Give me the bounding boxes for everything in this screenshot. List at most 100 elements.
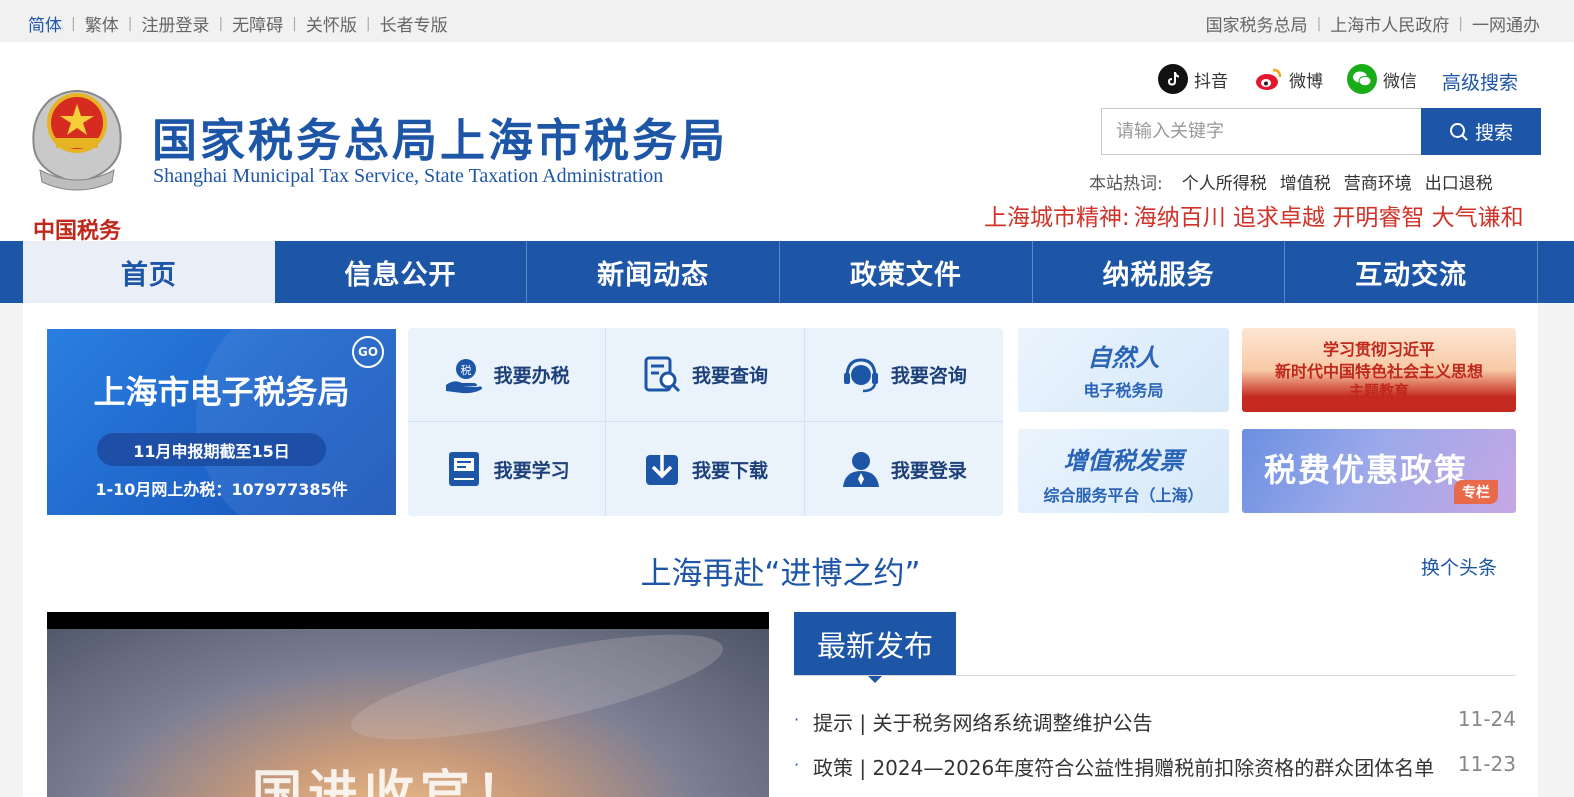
headline-title[interactable]: 上海再赴“进博之约” xyxy=(23,548,1538,593)
social-douyin[interactable]: 抖音 xyxy=(1158,64,1228,94)
headset-icon xyxy=(841,355,881,395)
douyin-icon xyxy=(1158,64,1188,94)
tab-latest-release[interactable]: 最新发布 xyxy=(794,612,956,683)
city-spirit-label: 上海城市精神: xyxy=(984,205,1130,231)
banner-title: 增值税发票 xyxy=(1063,447,1184,475)
photo-overlay-text: 国进收官！ xyxy=(252,765,532,797)
quick-link-handle-tax[interactable]: 税 我要办税 xyxy=(408,328,607,422)
weibo-icon xyxy=(1253,64,1283,94)
vat-invoice-platform-banner[interactable]: 增值税发票 综合服务平台（上海） xyxy=(1018,429,1229,513)
theme-education-banner[interactable]: 学习贯彻习近平 新时代中国特色社会主义思想 主题教育 xyxy=(1242,328,1516,412)
link-sta[interactable]: 国家税务总局 xyxy=(1206,11,1308,36)
site-subtitle: Shanghai Municipal Tax Service, State Ta… xyxy=(153,165,664,187)
quick-link-label: 我要下载 xyxy=(691,459,768,482)
quick-links-grid: 税 我要办税 我要查询 我要咨询 我要学习 我要下载 我要登录 xyxy=(408,328,1003,516)
hot-words-label: 本站热词: xyxy=(1089,174,1163,194)
svg-text:税: 税 xyxy=(460,363,471,377)
main-content: GO 上海市电子税务局 11月申报期截至15日 1-10月网上办税：107977… xyxy=(23,303,1538,797)
site-title: 国家税务总局上海市税务局 xyxy=(152,114,729,167)
tab-notch xyxy=(868,676,882,683)
main-nav: 首页 信息公开 新闻动态 政策文件 纳税服务 互动交流 xyxy=(23,241,1539,303)
top-right-links: 国家税务总局 | 上海市人民政府 | 一网通办 xyxy=(1206,11,1540,37)
news-item[interactable]: · 提示 | 关于税务网络系统调整维护公告 11-24 xyxy=(794,707,1516,752)
quick-link-learn[interactable]: 我要学习 xyxy=(408,422,607,516)
nav-policy-docs[interactable]: 政策文件 xyxy=(780,241,1033,303)
hotword-link[interactable]: 个人所得税 xyxy=(1182,169,1267,194)
news-item[interactable]: · 政策 | 2024—2026年度符合公益性捐赠税前扣除资格的群众团体名单 1… xyxy=(794,752,1516,797)
link-traditional[interactable]: 繁体 xyxy=(85,11,119,36)
hotword-link[interactable]: 增值税 xyxy=(1280,169,1331,194)
main-nav-bar: 首页 信息公开 新闻动态 政策文件 纳税服务 互动交流 xyxy=(0,241,1574,303)
social-wechat[interactable]: 微信 xyxy=(1347,64,1417,94)
bullet: · xyxy=(794,710,800,729)
news-date: 11-23 xyxy=(1457,752,1516,776)
divider: | xyxy=(127,15,133,32)
banner-title: 自然人 xyxy=(1087,344,1160,372)
top-utility-bar: 简体 | 繁体 | 注册登录 | 无障碍 | 关怀版 | 长者专版 国家税务总局… xyxy=(0,0,1574,42)
link-accessibility[interactable]: 无障碍 xyxy=(232,11,283,36)
social-weibo[interactable]: 微博 xyxy=(1253,64,1323,94)
link-shanghai-gov[interactable]: 上海市人民政府 xyxy=(1330,11,1449,36)
download-icon xyxy=(642,449,682,489)
quick-link-consult[interactable]: 我要咨询 xyxy=(804,328,1003,422)
social-label: 微信 xyxy=(1383,71,1417,92)
search-icon xyxy=(1449,122,1468,141)
banner-subtitle: 电子税务局 xyxy=(1083,381,1164,400)
link-one-netcom[interactable]: 一网通办 xyxy=(1472,11,1540,36)
natural-person-etax-banner[interactable]: 自然人 电子税务局 xyxy=(1018,328,1229,412)
banner-subtitle: 综合服务平台（上海） xyxy=(1043,486,1204,505)
nav-taxpayer-service[interactable]: 纳税服务 xyxy=(1033,241,1286,303)
quick-link-label: 我要学习 xyxy=(493,459,570,482)
social-label: 微博 xyxy=(1289,71,1323,92)
latest-news-list: · 提示 | 关于税务网络系统调整维护公告 11-24 · 政策 | 2024—… xyxy=(794,707,1516,797)
divider: | xyxy=(1458,15,1463,32)
search-input[interactable] xyxy=(1102,109,1421,154)
hand-tax-icon: 税 xyxy=(444,355,484,395)
quick-link-download[interactable]: 我要下载 xyxy=(606,422,805,516)
news-title: 提示 | 关于税务网络系统调整维护公告 xyxy=(813,711,1153,735)
search-button[interactable]: 搜索 xyxy=(1421,108,1541,155)
tax-emblem-logo[interactable]: 中国税务 xyxy=(26,78,128,258)
divider: | xyxy=(292,15,297,32)
advanced-search-link[interactable]: 高级搜索 xyxy=(1442,68,1518,95)
tax-preferential-policy-banner[interactable]: 税费优惠政策 专栏 xyxy=(1242,429,1516,513)
link-simplified[interactable]: 简体 xyxy=(28,11,62,36)
go-icon: GO xyxy=(352,336,384,368)
quick-link-label: 我要查询 xyxy=(691,365,768,387)
news-title: 政策 | 2024—2026年度符合公益性捐赠税前扣除资格的群众团体名单 xyxy=(813,756,1435,780)
search-button-label: 搜索 xyxy=(1474,122,1513,144)
nav-news[interactable]: 新闻动态 xyxy=(527,241,781,303)
divider xyxy=(794,675,1516,676)
search-box: 搜索 xyxy=(1101,108,1541,155)
city-spirit-slogan: 上海城市精神: 海纳百川 追求卓越 开明睿智 大气谦和 xyxy=(984,198,1524,232)
news-photo-carousel[interactable]: 国进收官！ xyxy=(47,612,769,797)
quick-link-label: 我要咨询 xyxy=(890,365,967,387)
nav-interaction[interactable]: 互动交流 xyxy=(1285,241,1539,303)
divider: | xyxy=(218,15,224,32)
etax-banner[interactable]: GO 上海市电子税务局 11月申报期截至15日 1-10月网上办税：107977… xyxy=(47,329,396,515)
etax-deadline-badge: 11月申报期截至15日 xyxy=(97,433,326,466)
link-care-version[interactable]: 关怀版 xyxy=(306,11,357,36)
switch-headline-link[interactable]: 换个头条 xyxy=(1421,553,1497,580)
bullet: · xyxy=(794,755,800,774)
top-left-links: 简体 | 繁体 | 注册登录 | 无障碍 | 关怀版 | 长者专版 xyxy=(28,11,448,37)
divider: | xyxy=(71,15,76,32)
hotword-link[interactable]: 营商环境 xyxy=(1344,169,1412,194)
nav-home[interactable]: 首页 xyxy=(23,241,275,303)
banner-line: 主题教育 xyxy=(1348,382,1409,400)
link-register-login[interactable]: 注册登录 xyxy=(141,11,209,36)
nav-info-disclosure[interactable]: 信息公开 xyxy=(275,241,528,303)
quick-link-login[interactable]: 我要登录 xyxy=(805,422,1003,516)
quick-link-query[interactable]: 我要查询 xyxy=(606,328,805,422)
site-header: 中国税务 国家税务总局上海市税务局 Shanghai Municipal Tax… xyxy=(0,42,1574,244)
query-icon xyxy=(642,355,682,395)
etax-title: 上海市电子税务局 xyxy=(93,373,350,411)
link-elder-version[interactable]: 长者专版 xyxy=(380,11,448,36)
hotword-link[interactable]: 出口退税 xyxy=(1425,169,1493,194)
tab-label: 最新发布 xyxy=(816,629,933,663)
banner-line: 新时代中国特色社会主义思想 xyxy=(1274,362,1483,381)
social-label: 抖音 xyxy=(1194,71,1228,92)
wechat-icon xyxy=(1347,64,1377,94)
book-icon xyxy=(444,449,484,489)
quick-link-label: 我要办税 xyxy=(493,365,570,387)
